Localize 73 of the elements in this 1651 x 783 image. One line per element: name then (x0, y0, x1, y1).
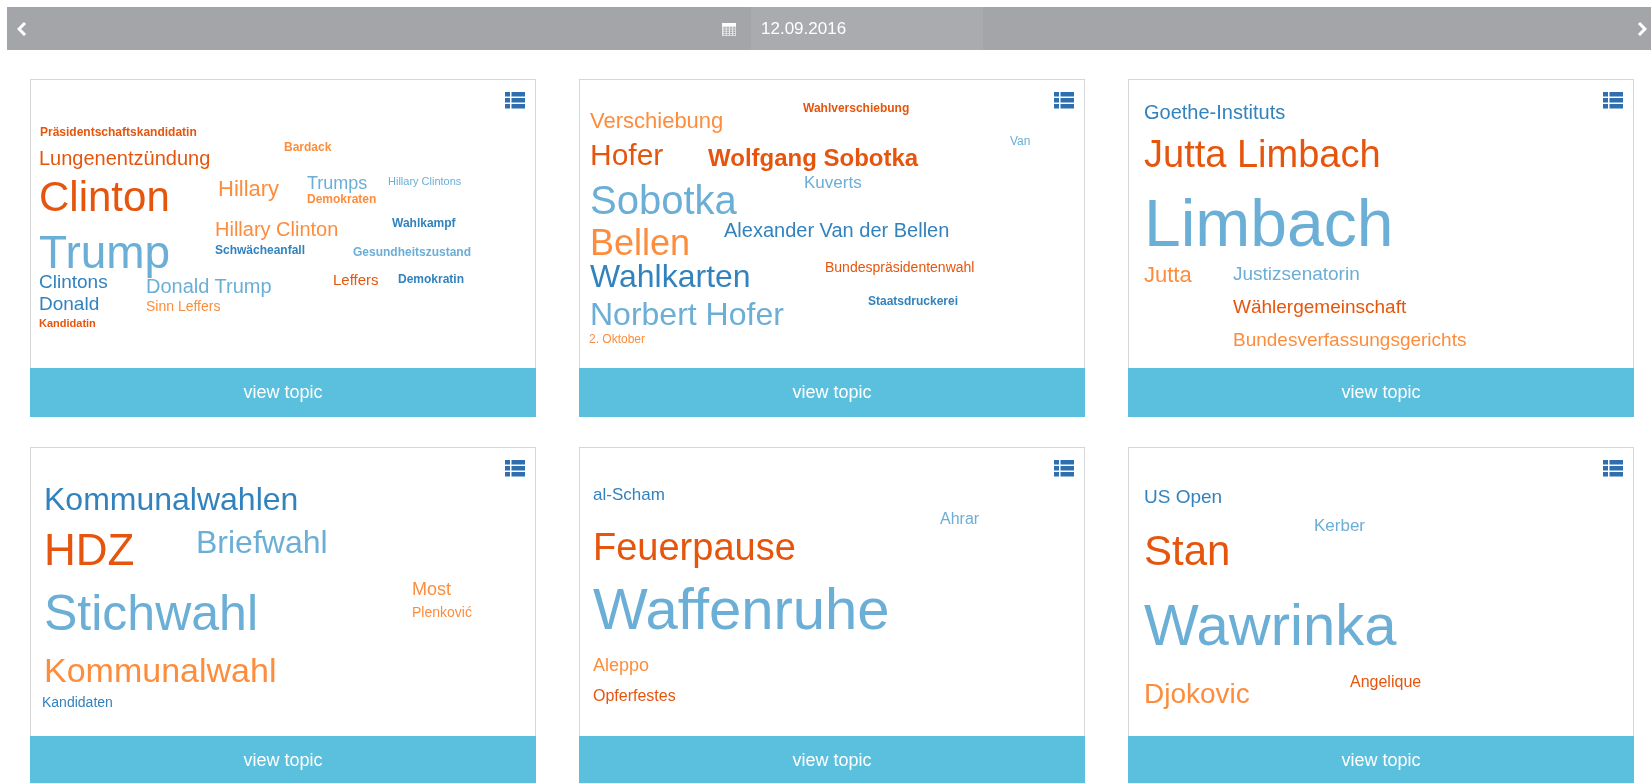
cloud-word[interactable]: Wahlkampf (392, 217, 456, 229)
calendar-icon (721, 20, 737, 37)
cloud-word[interactable]: Hofer (590, 140, 664, 170)
cloud-word[interactable]: HDZ (44, 528, 135, 572)
cloud-word[interactable]: al-Scham (593, 486, 665, 503)
list-icon[interactable] (1603, 460, 1623, 477)
list-icon[interactable] (505, 460, 525, 477)
cloud-word[interactable]: Wolfgang Sobotka (708, 146, 919, 170)
cloud-word[interactable]: Trumps (307, 174, 368, 192)
cloud-word[interactable]: Bundesverfassungsgerichts (1233, 330, 1467, 349)
cloud-word[interactable]: Ahrar (940, 511, 980, 527)
cloud-word[interactable]: Sobotka (590, 180, 737, 220)
cloud-word[interactable]: Waffenruhe (593, 580, 890, 638)
cloud-word[interactable]: Most (412, 580, 451, 598)
cloud-word[interactable]: Kandidaten (42, 695, 113, 709)
cloud-word[interactable]: Wahlverschiebung (803, 102, 910, 114)
cloud-word[interactable]: Leffers (333, 272, 379, 287)
cloud-word[interactable]: Hillary Clinton (215, 219, 339, 239)
cloud-word[interactable]: Lungenentzündung (39, 148, 211, 168)
cloud-word[interactable]: Kerber (1314, 517, 1366, 534)
cloud-word[interactable]: Norbert Hofer (590, 298, 784, 330)
cloud-word[interactable]: Aleppo (593, 656, 650, 674)
list-icon[interactable] (1603, 92, 1623, 109)
cloud-word[interactable]: Demokratin (398, 273, 465, 285)
cloud-word[interactable]: Justizsenatorin (1233, 264, 1360, 283)
cloud-word[interactable]: Kommunalwahl (44, 653, 277, 687)
cloud-word[interactable]: Wählergemeinschaft (1233, 297, 1407, 316)
cloud-word[interactable]: Plenković (412, 605, 472, 619)
cloud-word[interactable]: Staatsdruckerei (868, 295, 959, 307)
cloud-word[interactable]: Donald (39, 294, 100, 313)
cloud-word[interactable]: Feuerpause (593, 528, 796, 566)
list-icon[interactable] (505, 92, 525, 109)
cloud-word[interactable]: Van (1010, 135, 1031, 147)
view-topic-button[interactable]: view topic (30, 736, 536, 783)
cloud-word[interactable]: Kandidatin (39, 318, 96, 329)
cloud-word[interactable]: Bundespräsidentenwahl (825, 260, 975, 274)
chevron-right-icon (1637, 21, 1647, 36)
cloud-word[interactable]: Jutta Limbach (1144, 135, 1381, 173)
cloud-word[interactable]: Briefwahl (196, 526, 328, 558)
cloud-word[interactable]: Goethe-Instituts (1144, 102, 1286, 122)
cloud-word[interactable]: Limbach (1144, 190, 1394, 256)
view-topic-button[interactable]: view topic (579, 736, 1085, 783)
view-topic-button[interactable]: view topic (30, 368, 536, 417)
cloud-word[interactable]: US Open (1144, 487, 1223, 506)
cloud-word[interactable]: Stichwahl (44, 588, 258, 638)
cloud-word[interactable]: Bardack (284, 141, 332, 153)
cloud-word[interactable]: Gesundheitszustand (353, 246, 471, 258)
cloud-word[interactable]: Clinton (39, 176, 170, 218)
cloud-word[interactable]: Opferfestes (593, 688, 676, 704)
cloud-word[interactable]: Hillary Clintons (388, 176, 462, 187)
cloud-word[interactable]: Stan (1144, 530, 1231, 572)
cloud-word[interactable]: Demokraten (307, 193, 377, 205)
cloud-word[interactable]: Wawrinka (1144, 596, 1397, 654)
cloud-word[interactable]: Schwächeanfall (215, 244, 306, 256)
cloud-word[interactable]: Sinn Leffers (146, 299, 221, 313)
cloud-word[interactable]: Djokovic (1144, 680, 1250, 708)
cloud-word[interactable]: 2. Oktober (589, 333, 646, 345)
view-topic-button[interactable]: view topic (1128, 736, 1634, 783)
list-icon[interactable] (1054, 460, 1074, 477)
cloud-word[interactable]: Wahlkarten (590, 260, 751, 292)
view-topic-button[interactable]: view topic (1128, 368, 1634, 417)
chevron-left-icon (17, 21, 27, 36)
cloud-word[interactable]: Hillary (218, 178, 280, 200)
cloud-word[interactable]: Verschiebung (590, 110, 724, 132)
cloud-word[interactable]: Kommunalwahlen (44, 483, 299, 515)
cloud-word[interactable]: Präsidentschaftskandidatin (40, 126, 197, 138)
cloud-word[interactable]: Jutta (1144, 264, 1192, 286)
view-topic-button[interactable]: view topic (579, 368, 1085, 417)
cloud-word[interactable]: Kuverts (804, 174, 862, 191)
cloud-word[interactable]: Bellen (590, 225, 691, 261)
cloud-word[interactable]: Angelique (1350, 674, 1422, 690)
list-icon[interactable] (1054, 92, 1074, 109)
cloud-word[interactable]: Alexander Van der Bellen (724, 220, 950, 240)
